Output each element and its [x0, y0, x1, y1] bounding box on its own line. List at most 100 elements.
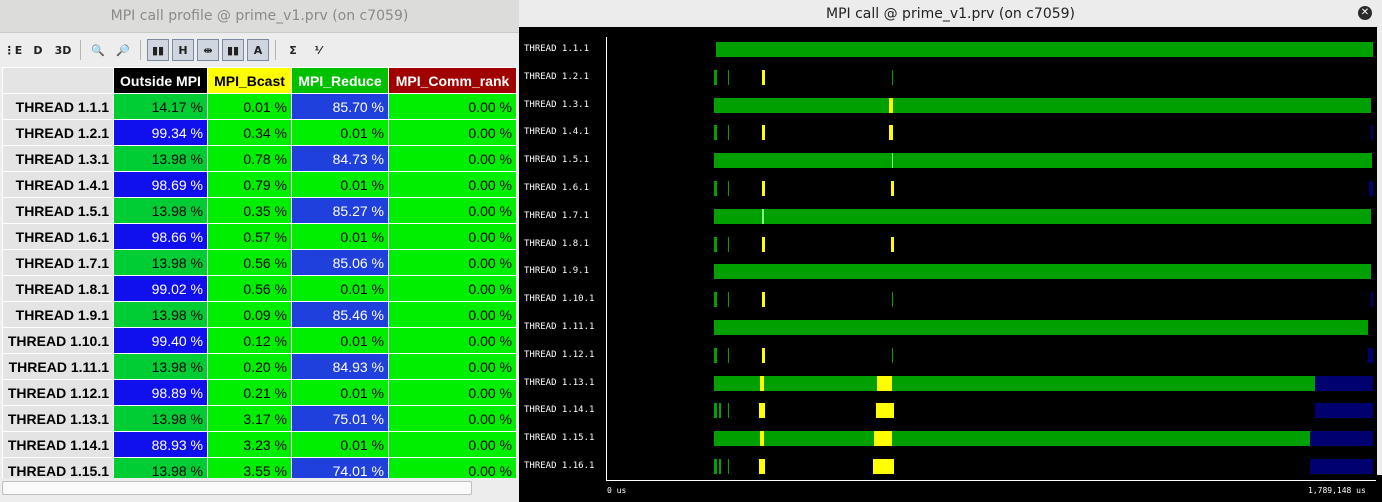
timeline-segment[interactable]	[714, 208, 1371, 224]
row-header[interactable]: THREAD 1.1.1	[2, 93, 114, 120]
table-cell[interactable]: 0.00 %	[388, 301, 517, 328]
timeline-segment[interactable]	[889, 125, 893, 141]
timeline-canvas[interactable]: 0 us 1,789,148 us THREAD 1.1.1 THREAD 1.2…	[519, 27, 1382, 502]
table-cell[interactable]: 0.01 %	[291, 171, 389, 198]
timeline-segment[interactable]	[1310, 459, 1373, 474]
timeline-segment[interactable]	[762, 125, 765, 141]
table-cell[interactable]: 85.46 %	[291, 301, 389, 328]
table-cell[interactable]: 85.27 %	[291, 197, 389, 224]
open-control-window-icon[interactable]: ⋮E	[2, 39, 24, 61]
timeline-segment[interactable]	[762, 236, 765, 252]
search-icon[interactable]: 🔍	[87, 39, 109, 61]
timeline-segment[interactable]	[714, 264, 1371, 280]
table-cell[interactable]: 14.17 %	[113, 93, 208, 120]
timeline-segment[interactable]	[728, 181, 729, 196]
table-cell[interactable]: 0.00 %	[388, 405, 517, 432]
table-cell[interactable]: 88.93 %	[113, 431, 208, 458]
timeline-segment[interactable]	[759, 403, 765, 419]
row-header[interactable]: THREAD 1.11.1	[2, 353, 114, 380]
row-header[interactable]: THREAD 1.10.1	[2, 327, 114, 354]
table-cell[interactable]: 0.00 %	[388, 171, 517, 198]
label-mode-icon[interactable]: A	[247, 39, 269, 61]
timeline-segment[interactable]	[1371, 292, 1373, 308]
timeline-segment[interactable]	[714, 375, 1315, 391]
table-cell[interactable]: 0.00 %	[388, 431, 517, 458]
timeline-segment[interactable]	[762, 292, 765, 308]
table-row[interactable]: THREAD 1.3.1 13.98 % 0.78 % 84.73 % 0.00 %	[2, 145, 517, 172]
timeline-segment[interactable]	[762, 208, 764, 224]
table-cell[interactable]: 0.00 %	[388, 145, 517, 172]
scrollbar-track[interactable]	[2, 481, 472, 495]
table-cell[interactable]: 0.01 %	[207, 93, 292, 120]
close-icon[interactable]: ✕	[1358, 6, 1372, 20]
table-cell[interactable]: 0.21 %	[207, 379, 292, 406]
fraction-icon[interactable]: ⅟	[307, 39, 329, 61]
row-header[interactable]: THREAD 1.13.1	[2, 405, 114, 432]
table-cell[interactable]: 75.01 %	[291, 405, 389, 432]
table-cell[interactable]: 0.00 %	[388, 223, 517, 250]
table-cell[interactable]: 98.69 %	[113, 171, 208, 198]
table-cell[interactable]: 0.00 %	[388, 379, 517, 406]
table-cell[interactable]: 85.06 %	[291, 249, 389, 276]
timeline-segment[interactable]	[714, 459, 717, 474]
timeline-segment[interactable]	[714, 403, 717, 419]
table-cell[interactable]: 0.00 %	[388, 327, 517, 354]
table-cell[interactable]: 0.00 %	[388, 353, 517, 380]
table-row[interactable]: THREAD 1.2.1 99.34 % 0.34 % 0.01 % 0.00 %	[2, 119, 517, 146]
table-row[interactable]: THREAD 1.10.1 99.40 % 0.12 % 0.01 % 0.00 %	[2, 327, 517, 354]
table-cell[interactable]: 0.01 %	[291, 327, 389, 354]
row-header[interactable]: THREAD 1.3.1	[2, 145, 114, 172]
table-row[interactable]: THREAD 1.5.1 13.98 % 0.35 % 85.27 % 0.00 %	[2, 197, 517, 224]
timeline-segment[interactable]	[1315, 375, 1373, 391]
table-cell[interactable]: 0.00 %	[388, 197, 517, 224]
column-header[interactable]: MPI_Comm_rank	[388, 67, 517, 94]
zoom-settings-icon[interactable]: 🔎	[112, 39, 134, 61]
timeline-segment[interactable]	[874, 431, 892, 447]
table-cell[interactable]: 13.98 %	[113, 405, 208, 432]
table-row[interactable]: THREAD 1.4.1 98.69 % 0.79 % 0.01 % 0.00 %	[2, 171, 517, 198]
table-row[interactable]: THREAD 1.13.1 13.98 % 3.17 % 75.01 % 0.00 %	[2, 405, 517, 432]
timeline-segment[interactable]	[714, 181, 717, 196]
timeline-segment[interactable]	[892, 153, 893, 169]
table-cell[interactable]: 0.00 %	[388, 249, 517, 276]
table-row[interactable]: THREAD 1.6.1 98.66 % 0.57 % 0.01 % 0.00 %	[2, 223, 517, 250]
profile-window-title[interactable]: MPI call profile @ prime_v1.prv (on c705…	[0, 0, 519, 33]
horizontal-icon[interactable]: H	[172, 39, 194, 61]
table-cell[interactable]: 3.17 %	[207, 405, 292, 432]
timeline-segment[interactable]	[1368, 347, 1373, 363]
timeline-segment[interactable]	[714, 431, 1310, 447]
table-cell[interactable]: 0.20 %	[207, 353, 292, 380]
table-row[interactable]: THREAD 1.14.1 88.93 % 3.23 % 0.01 % 0.00 %	[2, 431, 517, 458]
table-cell[interactable]: 0.09 %	[207, 301, 292, 328]
timeline-segment[interactable]	[714, 125, 717, 141]
timeline-segment[interactable]	[716, 42, 1373, 57]
table-cell[interactable]: 84.73 %	[291, 145, 389, 172]
timeline-segment[interactable]	[759, 459, 765, 474]
table-cell[interactable]: 0.00 %	[388, 93, 517, 120]
table-cell[interactable]: 0.56 %	[207, 249, 292, 276]
timeline-segment[interactable]	[728, 69, 729, 85]
row-header[interactable]: THREAD 1.2.1	[2, 119, 114, 146]
timeline-segment[interactable]	[873, 459, 894, 474]
table-cell[interactable]: 13.98 %	[113, 353, 208, 380]
column-header[interactable]: MPI_Reduce	[291, 67, 389, 94]
table-cell[interactable]: 98.66 %	[113, 223, 208, 250]
timeline-segment[interactable]	[892, 69, 893, 85]
table-cell[interactable]: 13.98 %	[113, 145, 208, 172]
row-header[interactable]: THREAD 1.5.1	[2, 197, 114, 224]
timeline-segment[interactable]	[1310, 431, 1373, 447]
timeline-segment[interactable]	[877, 375, 892, 391]
row-header[interactable]: THREAD 1.9.1	[2, 301, 114, 328]
table-cell[interactable]: 99.40 %	[113, 327, 208, 354]
table-cell[interactable]: 0.34 %	[207, 119, 292, 146]
table-cell[interactable]: 99.02 %	[113, 275, 208, 302]
timeline-segment[interactable]	[889, 97, 893, 113]
timeline-segment[interactable]	[762, 347, 765, 363]
timeline-segment[interactable]	[1315, 403, 1373, 419]
timeline-segment[interactable]	[760, 431, 764, 447]
table-cell[interactable]: 0.00 %	[388, 275, 517, 302]
timeline-segment[interactable]	[714, 236, 717, 252]
timeline-segment[interactable]	[892, 292, 893, 308]
timeline-segment[interactable]	[1369, 181, 1373, 196]
table-cell[interactable]: 0.35 %	[207, 197, 292, 224]
